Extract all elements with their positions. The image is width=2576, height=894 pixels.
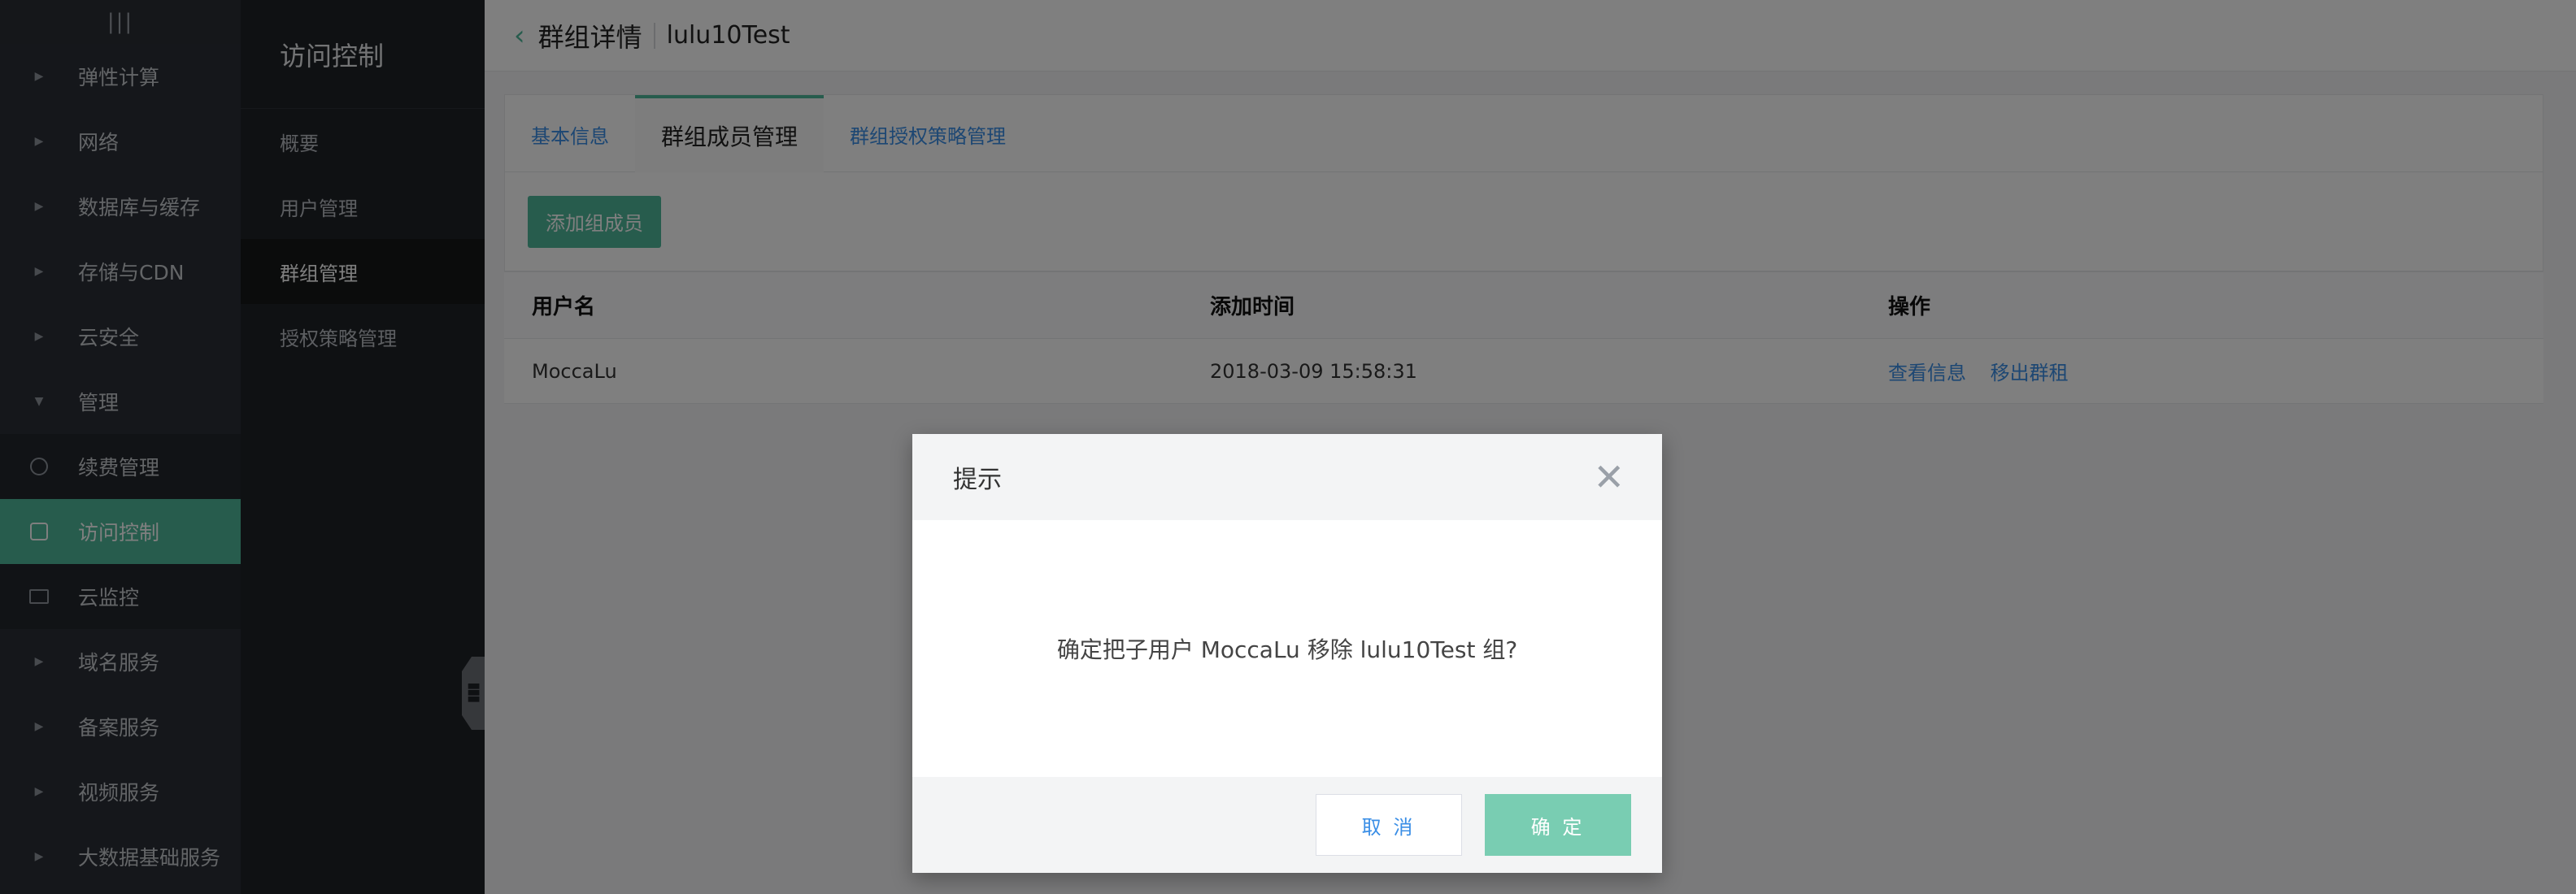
confirm-button[interactable]: 确 定 (1485, 794, 1631, 856)
dialog-header: 提示 ✕ (912, 434, 1662, 520)
cancel-button[interactable]: 取 消 (1316, 794, 1462, 856)
dialog-message: 确定把子用户 MoccaLu 移除 lulu10Test 组? (1056, 636, 1518, 663)
confirm-dialog: 提示 ✕ 确定把子用户 MoccaLu 移除 lulu10Test 组? 取 消… (912, 434, 1662, 873)
close-icon[interactable]: ✕ (1593, 455, 1625, 499)
dialog-title: 提示 (953, 466, 1002, 494)
dialog-body: 确定把子用户 MoccaLu 移除 lulu10Test 组? (912, 520, 1662, 777)
dialog-footer: 取 消 确 定 (912, 777, 1662, 873)
